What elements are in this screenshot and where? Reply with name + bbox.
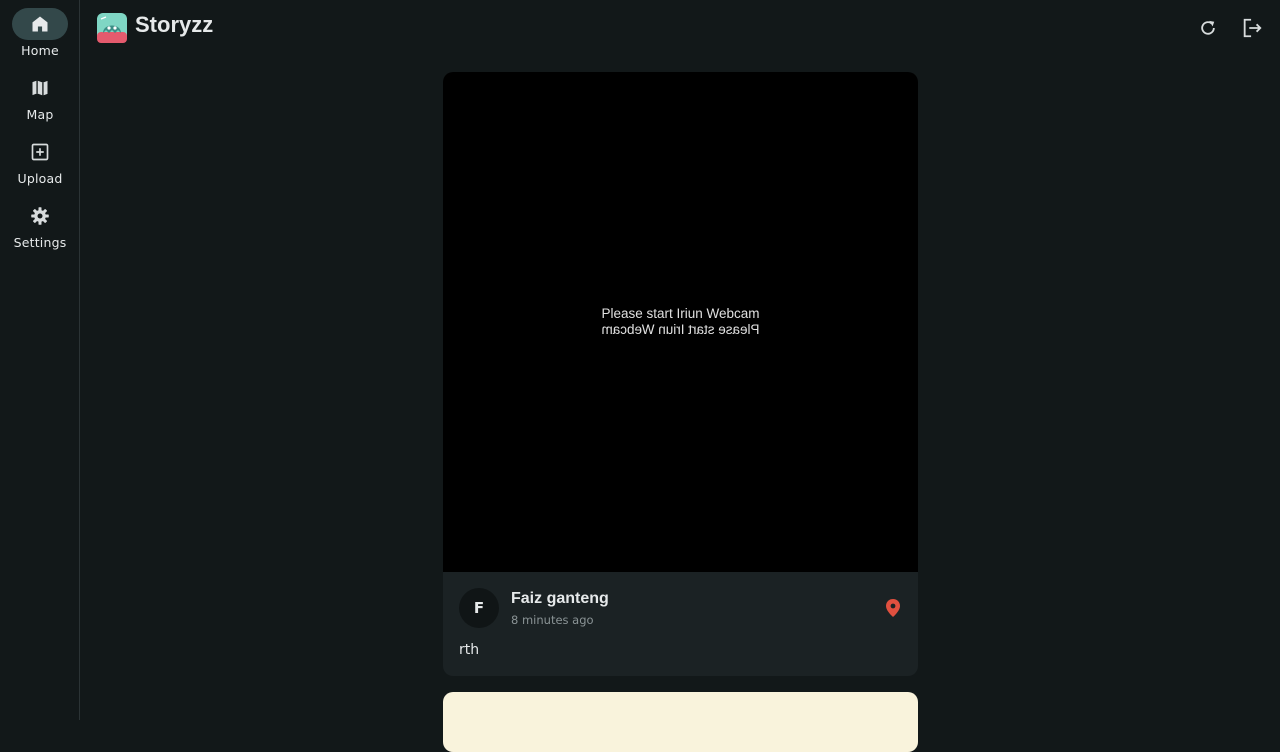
story-card-next[interactable] [443,692,918,752]
avatar: F [459,588,499,628]
nav-pill-active [12,8,68,40]
media-caption: Please start Iriun Webcam [601,306,760,321]
nav-item-settings[interactable]: Settings [0,200,80,256]
navigation-rail: Home Map Upload Settings [0,0,80,720]
media-caption-mirrored: Please start Iriun Webcam [601,322,760,337]
add-box-icon [31,143,49,161]
nav-item-home[interactable]: Home [0,8,80,64]
story-image: Please start Iriun Webcam Please start I… [443,72,918,572]
nav-label-settings: Settings [13,235,67,250]
gear-icon [31,207,49,225]
logout-icon [1243,18,1262,38]
nav-label-upload: Upload [17,171,63,186]
app-logo [97,13,127,43]
nav-item-upload[interactable]: Upload [0,136,80,192]
location-pin-icon [886,599,900,617]
nav-label-home: Home [21,43,59,58]
location-button[interactable] [886,599,900,617]
nav-label-map: Map [26,107,54,122]
refresh-icon [1201,20,1215,35]
story-timestamp: 8 minutes ago [511,613,594,627]
story-description: rth [459,642,480,658]
app-title: Storyzz [135,12,214,37]
story-card[interactable]: Please start Iriun Webcam Please start I… [443,72,918,676]
home-icon [32,16,48,32]
refresh-button[interactable] [1196,16,1220,40]
nav-item-map[interactable]: Map [0,72,80,128]
map-icon [32,80,48,96]
logout-button[interactable] [1240,16,1264,40]
story-author: Faiz ganteng [511,590,609,607]
